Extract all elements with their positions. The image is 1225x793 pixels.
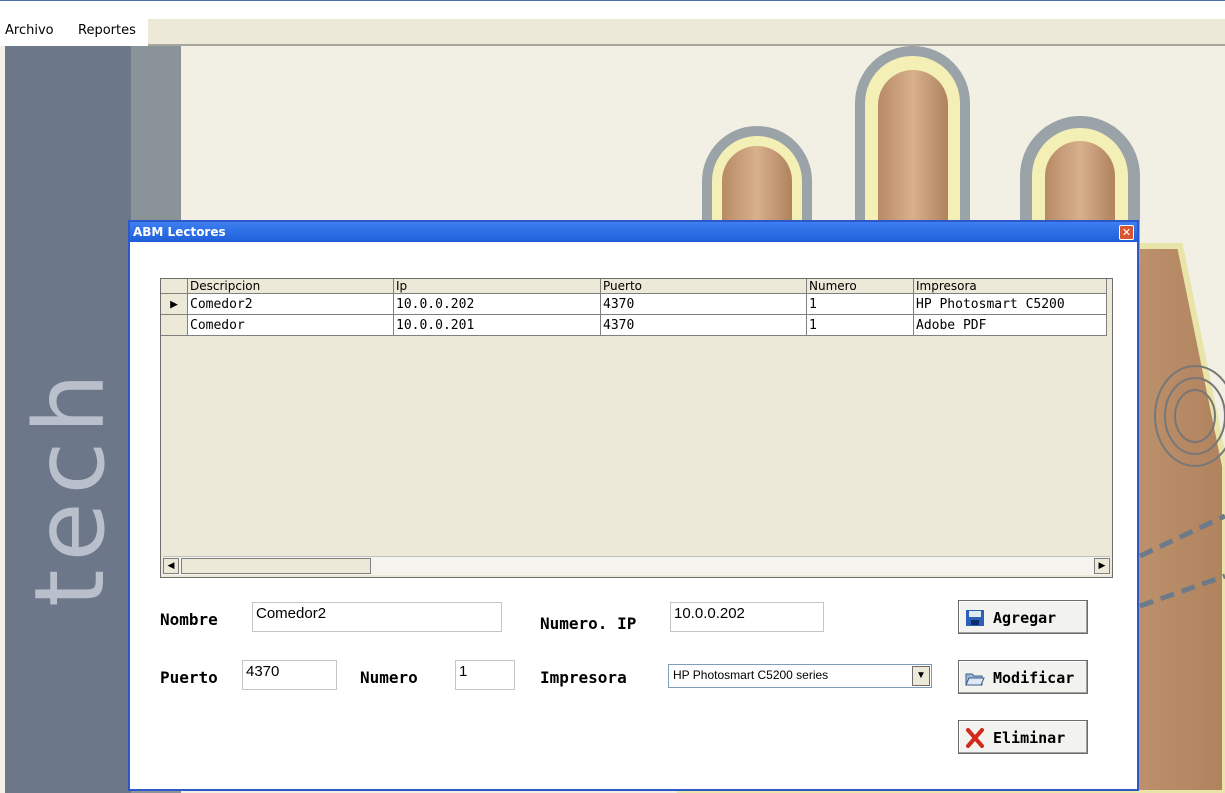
numero-input[interactable]: 1: [455, 660, 515, 690]
nombre-input[interactable]: Comedor2: [252, 602, 502, 632]
numero-label: Numero: [360, 668, 418, 687]
cell-puerto[interactable]: 4370: [600, 314, 807, 336]
cell-descripcion[interactable]: Comedor: [187, 314, 394, 336]
agregar-button[interactable]: Agregar: [958, 600, 1088, 634]
cell-numero[interactable]: 1: [806, 314, 914, 336]
scroll-left-icon[interactable]: ◀: [163, 558, 179, 574]
menu-reportes[interactable]: Reportes: [78, 23, 136, 38]
delete-x-icon: [966, 728, 984, 748]
cell-puerto[interactable]: 4370: [600, 293, 807, 315]
numero-ip-input[interactable]: 10.0.0.202: [670, 602, 824, 632]
col-impresora[interactable]: Impresora: [913, 279, 1107, 294]
table-row[interactable]: Comedor 10.0.0.201 4370 1 Adobe PDF: [161, 314, 1107, 336]
row-selected-indicator-icon: ▶: [161, 293, 188, 315]
floppy-icon: [966, 610, 984, 626]
col-descripcion[interactable]: Descripcion: [187, 279, 394, 294]
cell-descripcion[interactable]: Comedor2: [187, 293, 394, 315]
row-selector[interactable]: [161, 314, 188, 336]
cell-numero[interactable]: 1: [806, 293, 914, 315]
folder-open-icon: [965, 673, 985, 686]
brand-logo: tech 24: [14, 364, 246, 608]
cell-impresora[interactable]: Adobe PDF: [913, 314, 1107, 336]
menu-bar: Archivo Reportes: [0, 0, 1225, 47]
col-puerto[interactable]: Puerto: [600, 279, 807, 294]
abm-lectores-dialog: ABM Lectores ✕ Descripcion Ip Puerto Num…: [128, 220, 1139, 791]
impresora-label: Impresora: [540, 668, 627, 687]
scroll-thumb[interactable]: [181, 558, 371, 574]
dialog-title: ABM Lectores: [133, 225, 226, 239]
lectores-grid[interactable]: Descripcion Ip Puerto Numero Impresora ▶…: [160, 278, 1113, 578]
numero-ip-label: Numero. IP: [540, 614, 637, 633]
puerto-label: Puerto: [160, 668, 218, 687]
nombre-label: Nombre: [160, 610, 218, 629]
modificar-label: Modificar: [993, 669, 1075, 687]
cell-ip[interactable]: 10.0.0.201: [393, 314, 601, 336]
menu-archivo[interactable]: Archivo: [5, 23, 54, 38]
table-row[interactable]: ▶ Comedor2 10.0.0.202 4370 1 HP Photosma…: [161, 293, 1107, 315]
col-numero[interactable]: Numero: [806, 279, 914, 294]
close-icon[interactable]: ✕: [1119, 225, 1134, 240]
agregar-label: Agregar: [993, 609, 1057, 627]
impresora-select[interactable]: HP Photosmart C5200 series ▼: [668, 664, 932, 688]
scroll-right-icon[interactable]: ▶: [1094, 558, 1110, 574]
cell-impresora[interactable]: HP Photosmart C5200: [913, 293, 1107, 315]
eliminar-button[interactable]: Eliminar: [958, 720, 1088, 754]
horizontal-scrollbar[interactable]: ◀ ▶: [163, 556, 1110, 575]
menu-bar-strip: [148, 19, 1225, 46]
dialog-titlebar[interactable]: ABM Lectores ✕: [130, 222, 1137, 242]
col-ip[interactable]: Ip: [393, 279, 601, 294]
lectores-table: Descripcion Ip Puerto Numero Impresora ▶…: [161, 279, 1107, 336]
cell-ip[interactable]: 10.0.0.202: [393, 293, 601, 315]
chevron-down-icon[interactable]: ▼: [912, 666, 930, 686]
eliminar-label: Eliminar: [993, 729, 1066, 747]
impresora-select-value: HP Photosmart C5200 series: [673, 668, 829, 682]
modificar-button[interactable]: Modificar: [958, 660, 1088, 694]
row-selector-header: [161, 279, 188, 294]
puerto-input[interactable]: 4370: [242, 660, 337, 690]
